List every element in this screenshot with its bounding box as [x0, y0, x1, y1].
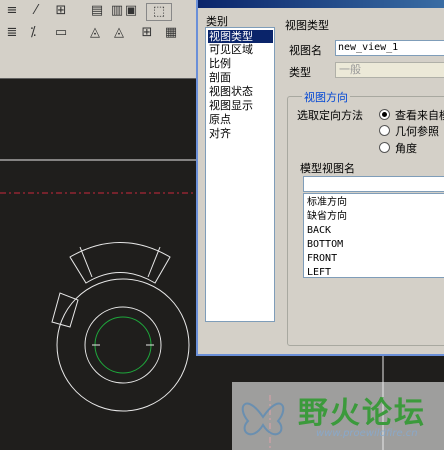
watermark-brand: 野火论坛 [298, 396, 426, 431]
model-view-filter-input[interactable] [303, 176, 444, 192]
orientation-radio-geometry[interactable] [379, 125, 390, 136]
category-item-view-display[interactable]: 视图显示 [208, 99, 273, 112]
forum-watermark: 野火论坛 www.proewildfire.cn [232, 382, 444, 450]
orientation-option-angle[interactable]: 角度 [395, 140, 417, 156]
type-label: 类型 [289, 66, 311, 79]
section-title: 视图类型 [285, 19, 329, 32]
window-icon[interactable]: ⬚ [146, 3, 172, 21]
category-item-origin[interactable]: 原点 [208, 113, 273, 126]
orientation-method-label: 选取定向方法 [297, 109, 363, 122]
model-view-item[interactable]: BOTTOM [307, 238, 343, 252]
drawing-view-dialog: 类别 视图类型 可见区域 比例 剖面 视图状态 视图显示 原点 对齐 视图类型 … [196, 0, 444, 356]
orientation-radio-model-view[interactable] [379, 109, 390, 120]
symbol-icon[interactable]: ◬ [86, 25, 104, 41]
model-view-item[interactable]: LEFT [307, 266, 331, 280]
secondary-toolbar [0, 46, 196, 79]
orientation-option-model-view[interactable]: 查看来自模 [395, 107, 444, 123]
watermark-url: www.proewildfire.cn [316, 428, 418, 439]
dimension-icon[interactable]: ⊞ [50, 3, 72, 19]
model-view-names-label: 模型视图名 [300, 162, 355, 175]
view-name-input[interactable]: new_view_1 [335, 40, 444, 56]
orientation-group-label: 视图方向 [302, 89, 350, 105]
model-view-item[interactable]: 标准方向 [307, 196, 347, 210]
category-item-section[interactable]: 剖面 [208, 71, 273, 84]
category-list[interactable]: 视图类型 可见区域 比例 剖面 视图状态 视图显示 原点 对齐 [205, 27, 275, 322]
model-view-list[interactable]: 标准方向 缺省方向 BACK BOTTOM FRONT LEFT [303, 193, 444, 278]
table-icon[interactable]: ⊞ [138, 25, 156, 41]
dialog-titlebar[interactable] [198, 0, 444, 8]
symbol-icon[interactable]: ▤ [88, 3, 106, 19]
binoculars-icon[interactable]: ▣ [122, 3, 140, 19]
category-item-scale[interactable]: 比例 [208, 57, 273, 70]
category-item-view-type[interactable]: 视图类型 [208, 30, 273, 43]
text-icon[interactable]: ≡ [3, 3, 21, 19]
butterfly-logo-icon [241, 402, 285, 436]
view-name-label: 视图名 [289, 44, 322, 57]
orientation-radio-angle[interactable] [379, 142, 390, 153]
orientation-option-geometry[interactable]: 几何参照 [395, 123, 439, 139]
hatch-icon[interactable]: ⁒ [24, 25, 42, 41]
datum-icon[interactable]: ◬ [110, 25, 128, 41]
dimension-icon[interactable]: ▭ [50, 25, 72, 41]
window-icon[interactable]: ▦ [162, 25, 180, 41]
hatch-icon[interactable]: ⁄ [27, 3, 45, 19]
category-item-visible-area[interactable]: 可见区域 [208, 43, 273, 56]
model-view-item[interactable]: 缺省方向 [307, 210, 347, 224]
main-toolbar: ≡ ⁄ ⊞ ▤ ▥ ▣ ⬚ ≣ ⁒ ▭ ◬ ◬ ⊞ ▦ [0, 0, 196, 47]
model-view-item[interactable]: FRONT [307, 252, 337, 266]
type-select[interactable]: 一般 [335, 62, 444, 78]
text-icon[interactable]: ≣ [3, 25, 21, 41]
category-item-alignment[interactable]: 对齐 [208, 127, 273, 140]
model-view-item[interactable]: BACK [307, 224, 331, 238]
category-item-view-state[interactable]: 视图状态 [208, 85, 273, 98]
